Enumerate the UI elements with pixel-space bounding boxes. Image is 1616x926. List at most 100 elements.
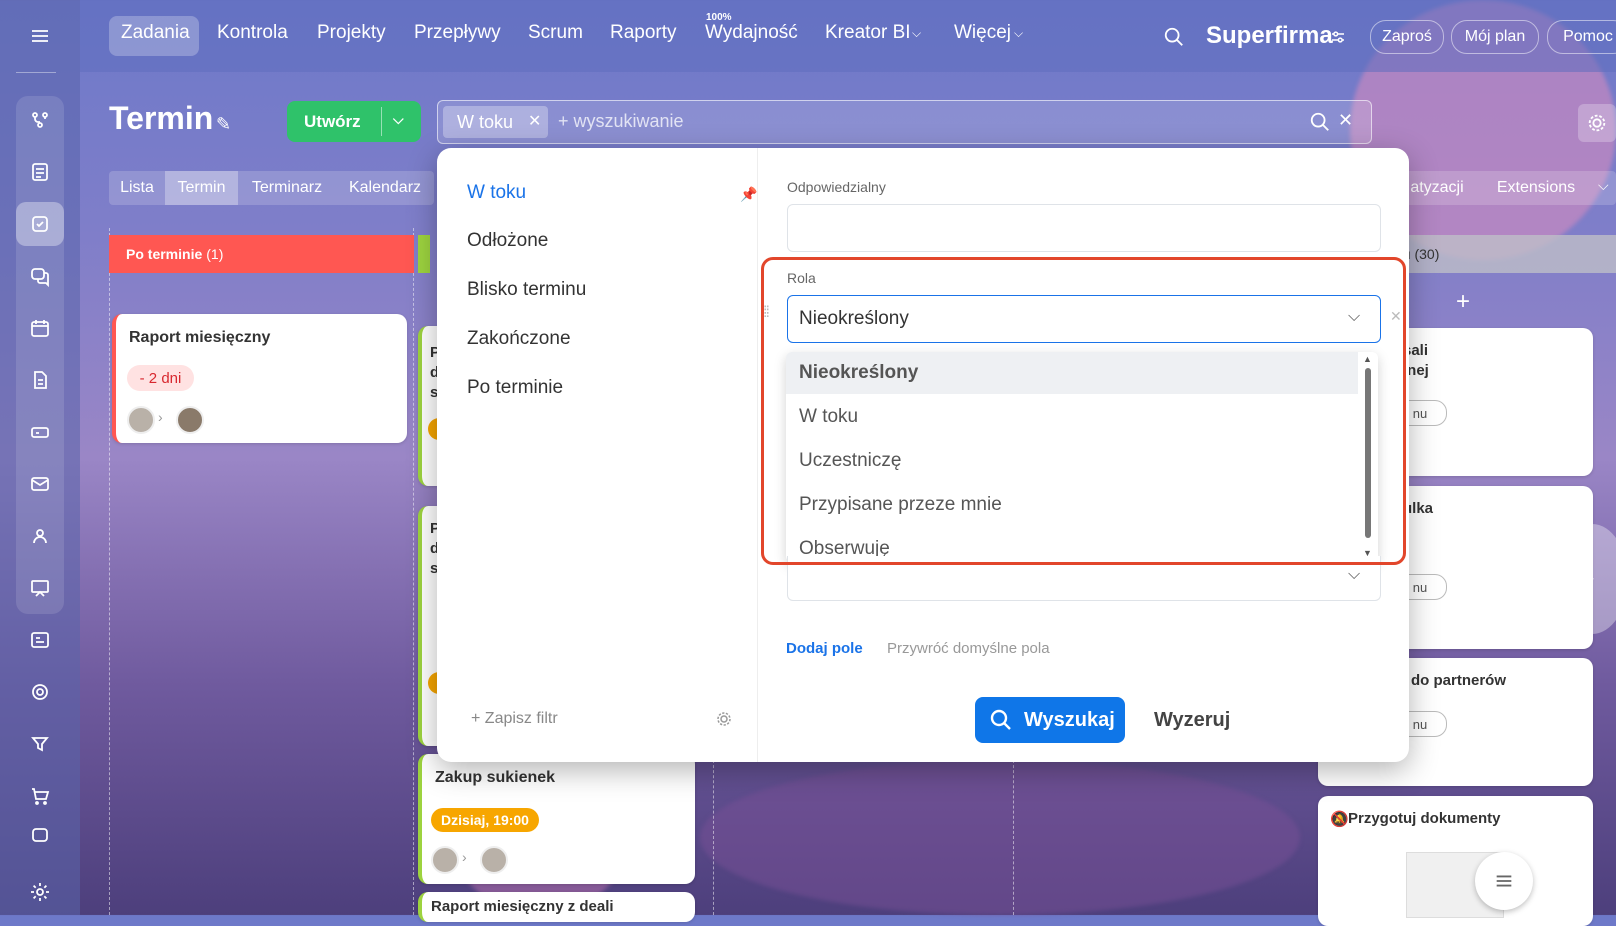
clear-icon[interactable]: ✕ [1338, 110, 1353, 131]
funnel-icon[interactable] [16, 722, 64, 766]
task-card[interactable]: 🔕 Przygotuj dokumenty [1318, 796, 1593, 926]
task-title[interactable]: Zakup sukienek [435, 769, 555, 787]
filter-chip-label: W toku [457, 112, 514, 132]
search-icon[interactable] [1163, 26, 1185, 48]
avatar[interactable] [127, 406, 155, 434]
view-tabs: Lista Termin Terminarz Kalendarz [109, 171, 434, 205]
drive-icon[interactable] [16, 410, 64, 454]
page-title: Termin [109, 100, 214, 136]
gear-icon[interactable] [715, 710, 733, 728]
create-button[interactable]: Utwórz ⌵ [287, 101, 421, 142]
restore-fields-link[interactable]: Przywróć domyślne pola [887, 640, 1050, 657]
chevron-down-icon[interactable]: ⌵ [1014, 26, 1023, 41]
tab-extensions[interactable]: Extensions [1486, 171, 1586, 205]
chevron-down-icon[interactable]: ⌵ [912, 26, 921, 41]
column-divider [713, 760, 715, 915]
nav-zadania[interactable]: Zadania [121, 22, 190, 44]
nav-kontrola[interactable]: Kontrola [217, 22, 288, 44]
menu-fab-button[interactable] [1475, 852, 1533, 910]
tab-termin[interactable]: Termin [165, 171, 238, 205]
list-icon [1496, 875, 1512, 887]
filter-chip[interactable]: W toku ✕ [443, 106, 548, 138]
preset-blisko-terminu[interactable]: Blisko terminu [467, 279, 586, 301]
chevron-right-icon: › [462, 849, 467, 865]
crm-icon[interactable] [16, 618, 64, 662]
chevron-down-icon[interactable]: ⌵ [393, 111, 404, 128]
chevron-down-icon[interactable]: ⌵ [1598, 177, 1609, 194]
sliders-icon[interactable] [1329, 28, 1347, 46]
column-divider [1013, 760, 1015, 915]
task-card[interactable]: Raport miesięczny - 2 dni › [112, 314, 407, 443]
preset-po-terminie[interactable]: Po terminie [467, 377, 563, 399]
nav-kreator-bi[interactable]: Kreator BI [825, 22, 911, 44]
nav-wiecej[interactable]: Więcej [954, 22, 1011, 44]
tasks-icon[interactable] [16, 202, 64, 246]
search-icon [990, 709, 1011, 730]
column-header-right[interactable]: nu (30) [1395, 235, 1616, 273]
create-divider [381, 107, 382, 136]
sidebar-divider [16, 72, 56, 73]
responsible-label: Odpowiedzialny [787, 179, 886, 195]
target-icon[interactable] [16, 670, 64, 714]
task-card[interactable]: Raport miesięczny z deali [418, 892, 695, 922]
deadline-badge[interactable]: - 2 dni [127, 365, 194, 391]
pin-icon[interactable]: 📌 [740, 186, 757, 203]
cart-icon[interactable] [16, 774, 64, 818]
my-plan-button[interactable]: Mój plan [1451, 20, 1539, 54]
preset-zakonczone[interactable]: Zakończone [467, 328, 571, 350]
settings-button[interactable] [1578, 104, 1616, 142]
column-header-today[interactable] [418, 235, 430, 273]
pin-icon[interactable]: ✎ [216, 114, 231, 135]
help-button[interactable]: Pomoc [1547, 20, 1616, 54]
avatar[interactable] [431, 846, 459, 874]
chevron-right-icon: › [1584, 558, 1595, 594]
task-title[interactable]: Raport miesięczny z deali [431, 898, 614, 915]
add-task-icon[interactable]: + [1456, 288, 1470, 316]
contacts-icon[interactable] [16, 514, 64, 558]
tab-automation[interactable]: atyzacji [1398, 171, 1476, 205]
chevron-down-icon: ⌵ [1348, 566, 1361, 583]
task-title[interactable]: Przygotuj dokumenty [1348, 810, 1501, 827]
reset-button[interactable]: Wyzeruj [1154, 709, 1230, 732]
save-filter-button[interactable]: + Zapisz filtr [471, 710, 558, 728]
search-input[interactable]: + wyszukiwanie [558, 111, 684, 132]
search-button[interactable]: Wyszukaj [975, 697, 1125, 743]
nav-projekty[interactable]: Projekty [317, 22, 386, 44]
nav-scrum[interactable]: Scrum [528, 22, 583, 44]
menu-icon[interactable] [16, 14, 64, 58]
nav-raporty[interactable]: Raporty [610, 22, 677, 44]
sites-icon[interactable] [16, 820, 64, 850]
chat-icon[interactable] [16, 254, 64, 298]
search-bar[interactable]: W toku ✕ + wyszukiwanie ✕ [437, 100, 1372, 144]
avatar[interactable] [176, 406, 204, 434]
flow-icon[interactable] [16, 98, 64, 142]
column-divider [109, 228, 111, 915]
avatar[interactable] [480, 846, 508, 874]
mail-icon[interactable] [16, 462, 64, 506]
preset-odlozone[interactable]: Odłożone [467, 230, 548, 252]
right-tabs: atyzacji Extensions ⌵ [1398, 171, 1616, 205]
whiteboard-icon[interactable] [16, 566, 64, 610]
preset-w-toku[interactable]: W toku [467, 182, 526, 204]
search-icon[interactable] [1309, 111, 1331, 133]
tab-kalendarz[interactable]: Kalendarz [336, 171, 434, 205]
tab-lista[interactable]: Lista [109, 171, 165, 205]
nav-przeplywy[interactable]: Przepływy [414, 22, 501, 44]
tab-terminarz[interactable]: Terminarz [238, 171, 336, 205]
add-field-link[interactable]: Dodaj pole [786, 640, 863, 657]
invite-button[interactable]: Zaproś [1370, 20, 1444, 54]
deadline-badge[interactable]: Dzisiaj, 19:00 [431, 808, 539, 832]
feed-icon[interactable] [16, 150, 64, 194]
task-card[interactable]: Zakup sukienek Dzisiaj, 19:00 › [418, 754, 695, 884]
popup-divider [757, 148, 758, 762]
column-header-overdue[interactable]: Po terminie (1) [109, 235, 414, 273]
column-count: (1) [206, 246, 224, 262]
company-name[interactable]: Superfirma [1206, 22, 1333, 50]
nav-wydajnosc[interactable]: Wydajność [705, 22, 798, 44]
calendar-icon[interactable] [16, 306, 64, 350]
document-icon[interactable] [16, 358, 64, 402]
task-title[interactable]: Raport miesięczny [129, 329, 270, 347]
responsible-field[interactable] [787, 204, 1381, 252]
close-icon[interactable]: ✕ [528, 111, 541, 131]
settings-icon[interactable] [16, 870, 64, 914]
